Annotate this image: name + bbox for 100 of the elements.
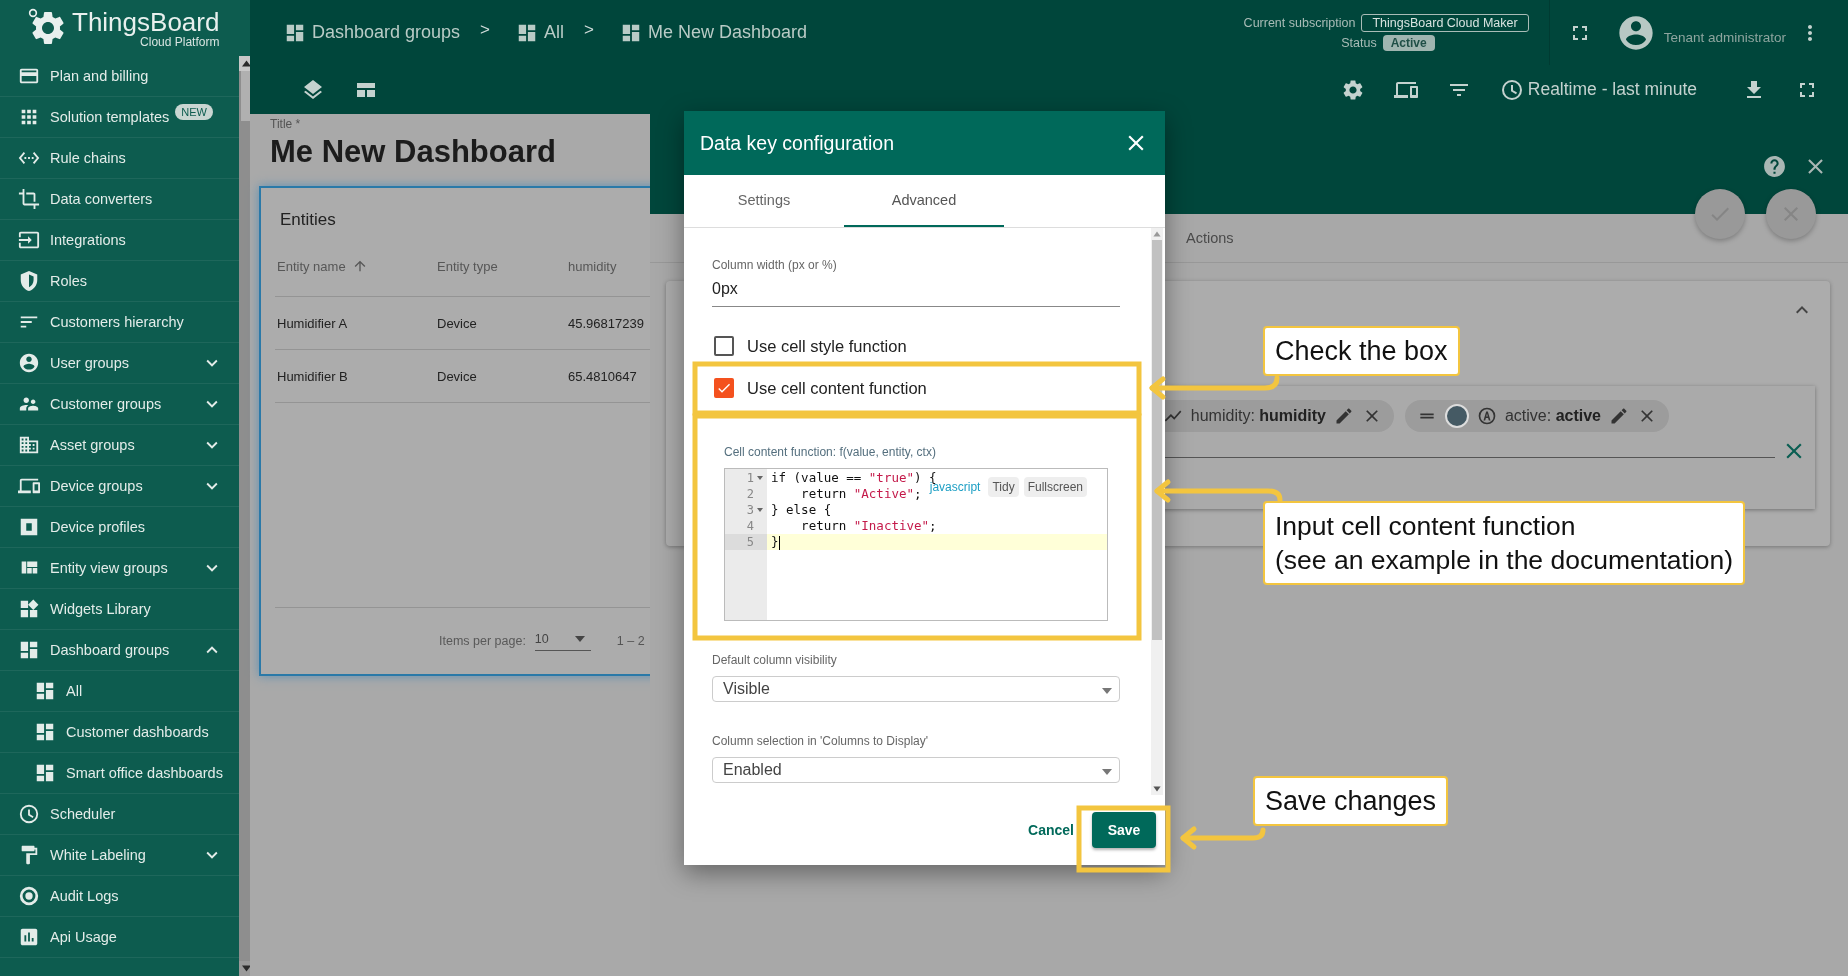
table-cell-text: Humidifier A <box>276 315 349 331</box>
line-number: 4 <box>745 518 755 534</box>
field-label: Column selection in 'Columns to Display' <box>712 734 929 748</box>
sidebar-item[interactable]: Solution templates NEW <box>0 97 239 138</box>
field-label: Default column visibility <box>712 653 838 667</box>
dashboard-icon <box>34 762 56 784</box>
tab[interactable]: Advanced <box>844 175 1004 227</box>
dropdown-icon <box>1102 769 1112 775</box>
line-number: 1 <box>725 470 767 486</box>
sidebar-item[interactable]: Rule chains <box>0 138 239 179</box>
page-range: 1 – 2 <box>616 634 645 648</box>
scrollbar[interactable] <box>1151 228 1163 795</box>
sidebar-item[interactable]: Customers hierarchy <box>0 302 239 343</box>
breadcrumb-separator: > <box>480 19 491 40</box>
field-label: Cell content function: f(value, entity, ctx) <box>724 445 937 459</box>
widgets-icon <box>18 598 40 620</box>
logo-subtitle: Cloud Platform <box>140 35 220 49</box>
sidebar-item[interactable]: Api Usage <box>0 917 239 958</box>
actions-tab[interactable]: Actions <box>1186 230 1234 246</box>
callout: Input cell content function (see an example in the documentation) <box>1263 501 1746 585</box>
sidebar-item[interactable]: Scheduler <box>0 794 239 835</box>
save-button[interactable]: Save <box>1092 812 1156 848</box>
user-role: Tenant administrator <box>1663 30 1786 45</box>
sidebar-item[interactable]: Dashboard groups <box>0 630 239 671</box>
sidebar-item[interactable]: Entity view groups <box>0 548 239 589</box>
code-line: return "Inactive"; <box>800 518 937 534</box>
code-line: return "Active"; <box>800 486 922 502</box>
dashboard-icon <box>18 639 40 661</box>
scrollbar-thumb[interactable] <box>1152 240 1162 640</box>
callout: Save changes <box>1253 776 1449 826</box>
breadcrumb-link[interactable]: All <box>516 21 565 44</box>
select-field[interactable]: Visible <box>712 676 1120 702</box>
fold-icon[interactable] <box>756 474 764 482</box>
building-icon <box>18 434 40 456</box>
sidebar-item[interactable]: Roles <box>0 261 239 302</box>
subscription-label: Current subscription <box>1243 16 1356 30</box>
line-number: 3 <box>725 502 767 518</box>
pencil-icon[interactable] <box>1609 406 1629 426</box>
widget-title: Entities <box>280 210 337 230</box>
checkbox-label[interactable]: Use cell style function <box>747 336 907 356</box>
help-icon[interactable] <box>1762 154 1787 179</box>
checkbox[interactable] <box>714 378 734 398</box>
code-line: if (value == "true") { <box>770 470 937 485</box>
dashboard-icon <box>34 721 56 743</box>
line-number: 2 <box>745 486 755 502</box>
bar-chart-icon <box>18 926 40 948</box>
sidebar-item[interactable]: Widgets Library <box>0 589 239 630</box>
table-cell: 45.96817239 <box>568 315 644 331</box>
callout: Check the box <box>1263 326 1460 376</box>
sidebar-item[interactable]: Device profiles <box>0 507 239 548</box>
title-label: Title * <box>270 116 302 131</box>
table-cell-text: Humidifier B <box>276 368 349 384</box>
line-number: 5 <box>725 534 767 550</box>
clock-icon <box>18 803 40 825</box>
code-line: } else { <box>770 502 832 518</box>
sidebar-item[interactable]: Asset groups <box>0 425 239 466</box>
sidebar-item[interactable]: Customer groups <box>0 384 239 425</box>
sidebar-item[interactable]: Smart office dashboards <box>0 753 239 794</box>
dashboard-title[interactable]: Me New Dashboard <box>270 134 650 170</box>
checkbox[interactable] <box>714 336 734 356</box>
editor-button[interactable]: Fullscreen <box>1023 477 1087 497</box>
new-badge: NEW <box>175 104 213 120</box>
data-key-chip[interactable]: active: active <box>1404 400 1669 432</box>
breadcrumb-link[interactable]: Me New Dashboard <box>620 21 808 44</box>
tab[interactable]: Settings <box>684 175 844 227</box>
table-cell-text: Device <box>437 368 478 384</box>
logo-name: ThingsBoard <box>72 7 220 36</box>
dialog-title: Data key configuration <box>700 131 895 155</box>
breadcrumb-link[interactable]: Dashboard groups <box>284 21 461 44</box>
page-size-select[interactable]: 10 <box>534 631 591 651</box>
sidebar-item[interactable]: Integrations <box>0 220 239 261</box>
sidebar-item[interactable]: Plan and billing <box>0 56 239 97</box>
breadcrumb-separator: > <box>584 19 594 40</box>
cancel-button[interactable]: Cancel <box>1022 814 1080 846</box>
sidebar-item[interactable]: User groups <box>0 343 239 384</box>
clock-icon <box>1499 77 1524 102</box>
dropdown-icon <box>1102 688 1112 694</box>
status-chip: Active <box>1382 35 1435 51</box>
sidebar-item[interactable]: Audit Logs <box>0 876 239 917</box>
code-line: } <box>770 534 780 550</box>
timewindow-button[interactable]: Realtime - last minute <box>1499 77 1697 102</box>
checkbox-label[interactable]: Use cell content function <box>747 378 927 398</box>
plan-chip: ThingsBoard Cloud Maker <box>1361 14 1529 32</box>
status-label: Status <box>1341 36 1377 50</box>
sidebar-item[interactable]: Customer dashboards <box>0 712 239 753</box>
editor-button[interactable]: Tidy <box>988 477 1019 497</box>
attribute-icon <box>1476 406 1497 426</box>
sidebar-item[interactable]: All <box>0 671 239 712</box>
scrollbar-thumb[interactable] <box>240 71 252 121</box>
color-dot[interactable] <box>1444 404 1469 428</box>
select-field[interactable]: Enabled <box>712 757 1120 783</box>
fold-icon[interactable] <box>756 506 764 514</box>
sidebar-item[interactable]: Data converters <box>0 179 239 220</box>
ring-icon <box>18 885 40 907</box>
table-cell-text: Device <box>437 315 478 331</box>
person-icon <box>18 352 40 374</box>
code-editor[interactable]: 1 if (value == "true") { 2 return "Active"; 3 } else { 4 return "Inactive"; 5 } javascript Tidy Fullscreen <box>724 468 1108 621</box>
sidebar-item[interactable]: White Labeling <box>0 835 239 876</box>
dashboard-icon <box>34 680 56 702</box>
sidebar-item[interactable]: Device groups <box>0 466 239 507</box>
